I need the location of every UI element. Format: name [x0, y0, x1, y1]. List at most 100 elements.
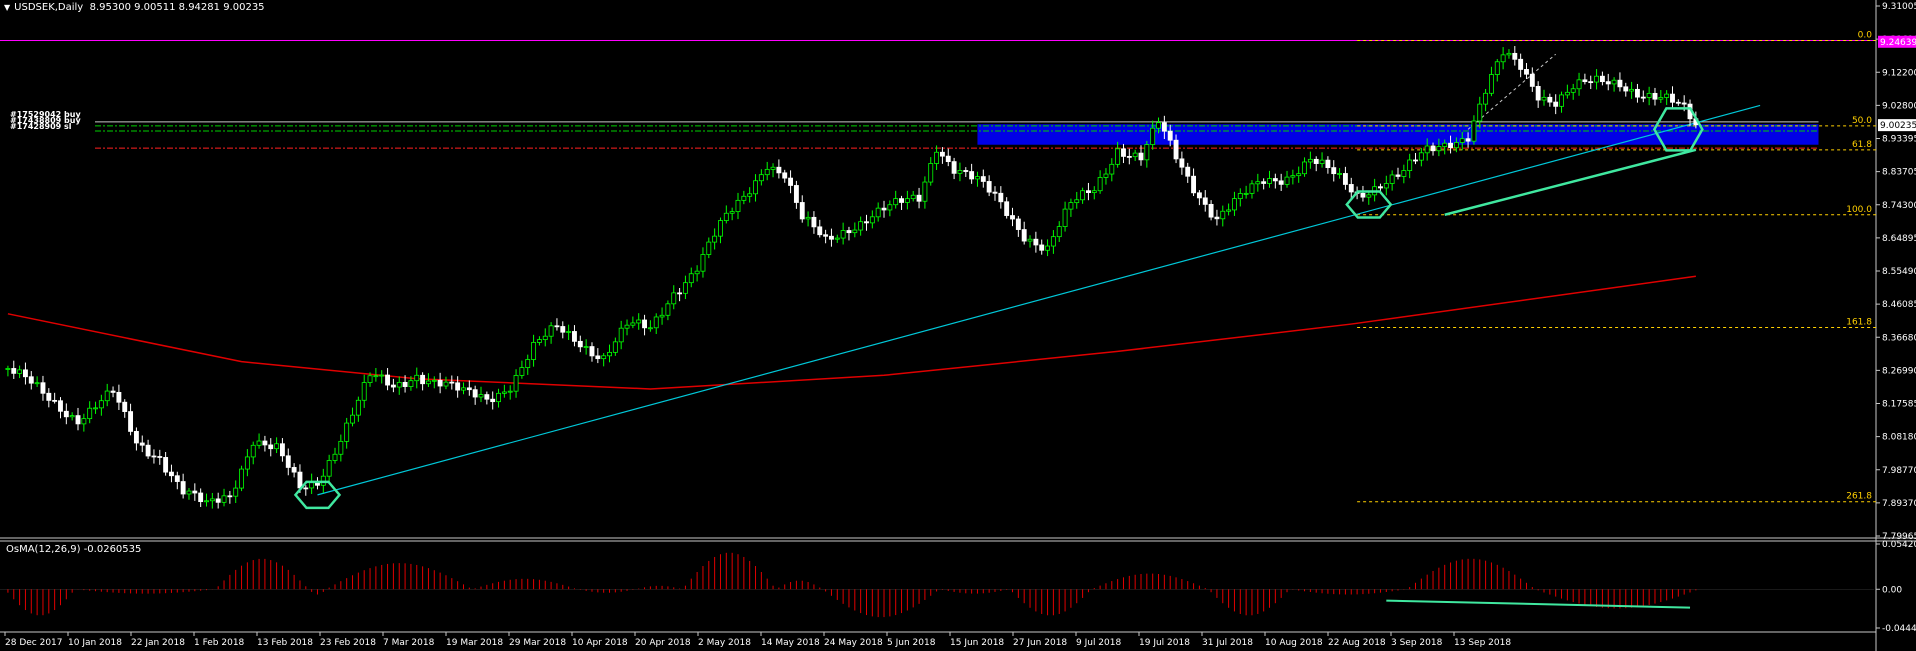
candle-body: [350, 414, 355, 424]
candle-body: [1050, 236, 1056, 247]
candle-body: [169, 471, 174, 477]
candle-body: [1243, 192, 1249, 195]
candle-body: [414, 374, 420, 382]
candle-body: [1442, 142, 1448, 147]
candle-body: [1302, 161, 1307, 175]
candle-body: [945, 155, 951, 163]
candle-body: [1366, 194, 1372, 198]
divergence-line: [1386, 599, 1691, 609]
candle-body: [840, 230, 846, 239]
candle-body: [963, 170, 969, 172]
candle-body: [1401, 170, 1407, 177]
candle-body: [1056, 226, 1062, 238]
candle-body: [1337, 173, 1343, 175]
candle-body: [1378, 186, 1383, 189]
candle-body: [682, 282, 688, 294]
candle-body: [793, 185, 799, 203]
candle-body: [1360, 192, 1366, 198]
time-tick-label: 15 Jun 2018: [950, 638, 1004, 648]
candle-body: [1605, 81, 1611, 85]
candle-body: [490, 398, 496, 403]
candle-body: [1085, 190, 1091, 193]
candle-body: [1267, 178, 1272, 184]
time-tick-label: 1 Feb 2018: [194, 638, 245, 648]
candle-body: [1202, 197, 1208, 205]
candle-body: [151, 455, 157, 458]
candle-body: [110, 390, 116, 393]
candle-body: [1652, 92, 1658, 100]
candle-body: [899, 198, 904, 203]
price-tick-label: 9.02800: [1882, 101, 1916, 111]
candle-body: [618, 327, 624, 343]
candle-body: [128, 411, 134, 432]
candle-body: [916, 194, 922, 202]
candle-body: [1389, 174, 1395, 184]
candle-body: [1132, 152, 1138, 158]
candlesticks: [5, 46, 1699, 509]
candle-body: [1004, 201, 1010, 216]
candle-body: [975, 176, 980, 180]
candle-body: [262, 440, 268, 446]
time-tick-label: 20 Apr 2018: [635, 638, 691, 648]
candle-body: [770, 166, 776, 170]
candle-body: [461, 387, 466, 391]
ma-line: [7, 275, 1696, 390]
candle-body: [466, 387, 472, 391]
candle-body: [338, 440, 344, 455]
price-tick-label: 8.08180: [1882, 433, 1916, 443]
candle-body: [145, 444, 151, 457]
candle-body: [75, 415, 81, 425]
candle-body: [1611, 79, 1617, 85]
osma-tick-label: -0.044422: [1882, 624, 1916, 634]
candle-body: [1232, 198, 1237, 211]
candle-body: [1670, 93, 1675, 103]
candle-body: [735, 199, 741, 213]
time-tick-label: 19 Mar 2018: [446, 638, 503, 648]
candle-body: [1185, 166, 1191, 177]
candle-body: [595, 355, 601, 360]
price-tick-label: 7.89370: [1882, 499, 1916, 509]
candle-body: [1284, 176, 1290, 185]
candle-body: [782, 172, 788, 179]
candle-body: [1249, 183, 1255, 194]
time-tick-label: 5 Jun 2018: [887, 638, 936, 648]
candle-body: [1179, 158, 1185, 168]
time-tick-label: 27 Jun 2018: [1013, 638, 1067, 648]
candle-body: [566, 331, 572, 333]
price-tick-label: 8.46085: [1882, 300, 1916, 310]
candle-body: [1080, 190, 1086, 201]
candle-body: [653, 316, 659, 329]
candle-body: [893, 198, 899, 206]
candle-body: [1091, 190, 1097, 193]
chart-menu-triangle-icon[interactable]: ▼: [4, 3, 10, 12]
candle-body: [1623, 86, 1629, 92]
candle-body: [1278, 180, 1284, 185]
candle-body: [204, 500, 209, 503]
candle-body: [1255, 181, 1261, 185]
time-tick-label: 7 Mar 2018: [383, 638, 435, 648]
order-labels: #17529042 buy #17438809 buy #17428909 sl: [10, 111, 81, 131]
candle-body: [881, 207, 887, 211]
candle-body: [1594, 75, 1600, 83]
candle-body: [741, 195, 747, 201]
candle-body: [729, 211, 735, 214]
candle-body: [274, 443, 280, 450]
candle-body: [1547, 96, 1553, 103]
time-tick-label: 22 Aug 2018: [1328, 638, 1386, 648]
candle-body: [788, 177, 794, 186]
chart-canvas[interactable]: 0.050.061.8100.0161.8261.8 9.310059.2161…: [0, 0, 1916, 651]
candle-body: [1413, 159, 1418, 162]
candle-body: [951, 161, 957, 174]
order-label[interactable]: #17428909 sl: [10, 123, 81, 131]
candle-body: [986, 181, 992, 193]
candle-body: [1448, 142, 1453, 149]
candle-body: [1646, 92, 1652, 98]
candle-body: [34, 382, 40, 385]
candle-body: [1021, 229, 1027, 242]
trendlines[interactable]: [317, 53, 1761, 496]
candle-body: [11, 368, 17, 374]
candle-body: [630, 322, 636, 326]
candle-body: [1681, 102, 1687, 105]
indicator-title: OsMA(12,26,9) -0.0260535: [6, 544, 142, 555]
time-tick-label: 23 Feb 2018: [320, 638, 376, 648]
